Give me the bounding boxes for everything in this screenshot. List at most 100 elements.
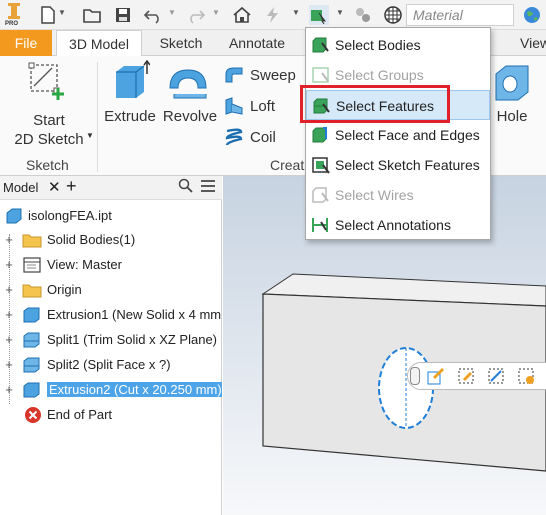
split-icon: [22, 356, 42, 374]
menu-item-select-face-edges[interactable]: Select Face and Edges: [306, 120, 490, 150]
extrude-button[interactable]: Extrude: [102, 108, 158, 125]
drag-handle[interactable]: [410, 367, 420, 385]
hole-button[interactable]: Hole: [490, 108, 534, 125]
ribbon-separator: [97, 62, 98, 172]
menu-item-label: Select Groups: [335, 67, 424, 83]
revolve-icon[interactable]: [166, 62, 210, 105]
highlight-box: [300, 85, 450, 123]
revolve-button[interactable]: Revolve: [160, 108, 220, 125]
tree-root-label: isolongFEA.ipt: [28, 208, 112, 223]
tree-item-label: Split2 (Split Face x ?): [47, 357, 171, 372]
expand-icon[interactable]: +: [4, 282, 14, 297]
select-face-edges-icon: [311, 126, 331, 144]
folder-icon: [22, 231, 42, 249]
chevron-down-icon[interactable]: ▼: [168, 8, 176, 17]
edit-feature-icon[interactable]: [456, 366, 476, 389]
expand-icon[interactable]: +: [4, 307, 14, 322]
tree-item[interactable]: + Extrusion1 (New Solid x 4 mm: [0, 303, 222, 328]
tree-root[interactable]: isolongFEA.ipt: [0, 204, 222, 229]
part-icon: [5, 207, 23, 228]
select-filter-icon[interactable]: [309, 5, 329, 25]
open-icon[interactable]: [82, 5, 102, 25]
menu-item-select-wires[interactable]: Select Wires: [306, 180, 490, 210]
menu-item-label: Select Wires: [335, 187, 414, 203]
tree-item[interactable]: + Solid Bodies(1): [0, 228, 222, 253]
chevron-down-icon[interactable]: ▼: [292, 8, 300, 17]
model-browser: Model ✕ + isolongFEA.ipt + Solid Bodies(…: [0, 176, 222, 515]
tree-item-label: Split1 (Trim Solid x XZ Plane): [47, 332, 218, 347]
select-sketch-features-icon: [311, 156, 331, 174]
menu-item-label: Select Annotations: [335, 217, 451, 233]
menu-item-select-sketch-features[interactable]: Select Sketch Features: [306, 150, 490, 180]
tab-view[interactable]: View: [520, 30, 546, 56]
tree-item[interactable]: + Origin: [0, 278, 222, 303]
material-ball-icon[interactable]: [383, 5, 403, 25]
extrude-icon[interactable]: [110, 59, 151, 107]
browser-header: Model ✕ +: [0, 176, 222, 200]
menu-item-label: Select Sketch Features: [335, 157, 480, 173]
selection-filter-menu: Select Bodies Select Groups Select Featu…: [305, 27, 491, 240]
material-selector[interactable]: Material: [406, 4, 514, 26]
start-sketch-label-1[interactable]: Start: [8, 112, 90, 129]
expand-icon[interactable]: +: [4, 357, 14, 372]
select-annotations-icon: [311, 216, 331, 234]
coil-button[interactable]: Coil: [250, 129, 276, 146]
menu-item-select-annotations[interactable]: Select Annotations: [306, 210, 490, 240]
quick-access-toolbar: PRO ▼ ▼ ▼ ▼ ▼ Material: [0, 0, 546, 30]
loft-icon[interactable]: [224, 96, 244, 119]
group-label-sketch: Sketch: [26, 157, 69, 173]
edit-sketch-icon[interactable]: [426, 366, 446, 389]
expand-icon[interactable]: +: [4, 332, 14, 347]
split-icon: [22, 331, 42, 349]
extrusion-icon: [22, 381, 42, 399]
tree-item-label: View: Master: [47, 257, 122, 272]
tree-item[interactable]: + Split2 (Split Face x ?): [0, 353, 222, 378]
sweep-button[interactable]: Sweep: [250, 67, 296, 84]
more-icon[interactable]: [516, 366, 536, 389]
sweep-icon[interactable]: [224, 66, 244, 87]
chevron-down-icon[interactable]: ▼: [58, 8, 66, 17]
start-sketch-icon[interactable]: [28, 62, 68, 105]
tree-item-label: Extrusion2 (Cut x 20.250 mm): [47, 382, 222, 397]
new-file-icon[interactable]: [38, 5, 58, 25]
app-logo-text: PRO: [5, 21, 19, 27]
menu-item-label: Select Face and Edges: [335, 127, 480, 143]
redo-icon[interactable]: [186, 5, 206, 25]
tab-file[interactable]: File: [0, 30, 52, 56]
home-icon[interactable]: [232, 5, 252, 25]
save-icon[interactable]: [113, 5, 133, 25]
search-icon[interactable]: [178, 178, 194, 197]
view-icon: [22, 256, 42, 274]
expand-icon[interactable]: +: [4, 257, 14, 272]
select-bodies-icon: [311, 36, 331, 54]
globe-icon[interactable]: [522, 5, 542, 25]
tab-3d-model[interactable]: 3D Model: [56, 30, 142, 57]
tree-item-selected[interactable]: + Extrusion2 (Cut x 20.250 mm): [0, 378, 222, 403]
coil-icon[interactable]: [224, 126, 244, 151]
tab-sketch[interactable]: Sketch: [150, 30, 212, 56]
create-sketch-icon[interactable]: [486, 366, 506, 389]
tree-item[interactable]: + Split1 (Trim Solid x XZ Plane): [0, 328, 222, 353]
start-sketch-label-2[interactable]: 2D Sketch: [8, 131, 90, 148]
loft-button[interactable]: Loft: [250, 98, 275, 115]
chevron-down-icon[interactable]: ▼: [86, 131, 94, 140]
expand-icon[interactable]: +: [4, 382, 14, 397]
chevron-down-icon[interactable]: ▼: [212, 8, 220, 17]
appearance-icon[interactable]: [353, 5, 373, 25]
add-icon[interactable]: +: [66, 176, 77, 197]
update-icon[interactable]: [263, 5, 283, 25]
close-icon[interactable]: ✕: [48, 178, 61, 196]
mini-toolbar: [407, 362, 546, 390]
tree-end-of-part[interactable]: End of Part: [0, 403, 222, 428]
group-label-create: Creat: [270, 157, 305, 173]
tree-item[interactable]: + View: Master: [0, 253, 222, 278]
browser-tab-model[interactable]: Model: [3, 180, 38, 195]
expand-icon[interactable]: +: [4, 232, 14, 247]
menu-icon[interactable]: [200, 179, 216, 196]
menu-item-select-bodies[interactable]: Select Bodies: [306, 30, 490, 60]
tab-annotate[interactable]: Annotate: [218, 30, 296, 56]
undo-icon[interactable]: [143, 5, 163, 25]
hole-icon[interactable]: [492, 64, 532, 104]
folder-icon: [22, 281, 42, 299]
chevron-down-icon[interactable]: ▼: [336, 8, 344, 17]
